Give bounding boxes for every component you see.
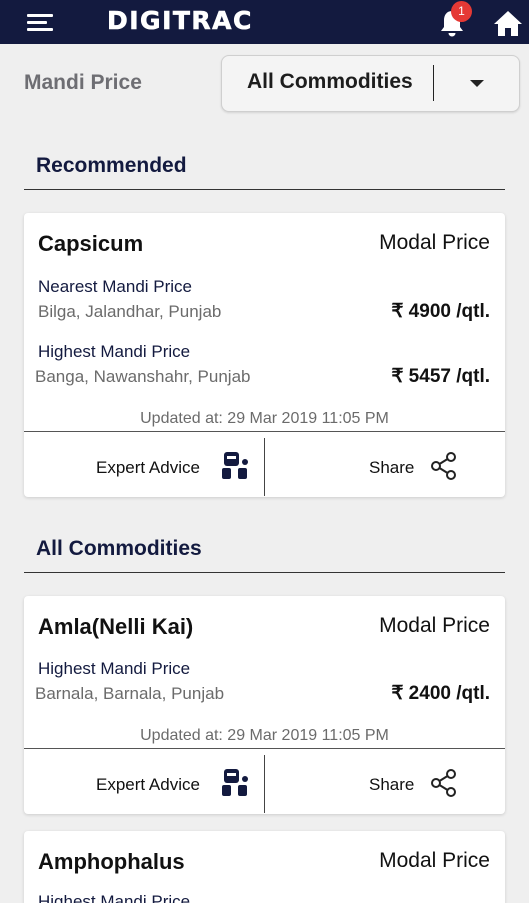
share-button[interactable]: Share: [369, 775, 414, 795]
highest-mandi-location: Banga, Nawanshahr, Punjab: [35, 367, 251, 386]
commodity-dropdown[interactable]: All Commodities: [221, 55, 520, 112]
nearest-mandi-price: ₹ 4900 /qtl.: [391, 301, 490, 322]
dropdown-separator: [433, 65, 434, 101]
commodity-dropdown-value: All Commodities: [247, 70, 413, 93]
crop-name: Amphophalus: [38, 849, 185, 874]
share-icon[interactable]: [429, 768, 459, 798]
hamburger-menu-icon[interactable]: [27, 12, 55, 32]
chevron-down-icon: [470, 80, 484, 87]
price-card-amla: Amla(Nelli Kai) Modal Price Highest Mand…: [24, 596, 505, 814]
price-card-capsicum: Capsicum Modal Price Nearest Mandi Price…: [24, 213, 505, 497]
card-divider: [24, 431, 505, 432]
nearest-mandi-label: Nearest Mandi Price: [38, 277, 193, 296]
crop-name: Amla(Nelli Kai): [38, 614, 194, 639]
modal-price-label: Modal Price: [379, 849, 490, 872]
page-title: Mandi Price: [24, 71, 142, 94]
card-divider: [24, 748, 505, 749]
notification-badge: 1: [451, 1, 472, 22]
expert-advice-icon[interactable]: [220, 450, 250, 482]
crop-name: Capsicum: [38, 231, 144, 256]
section-divider: [24, 572, 505, 573]
highest-mandi-price: ₹ 2400 /qtl.: [391, 683, 490, 704]
highest-mandi-label: Highest Mandi Price: [38, 659, 191, 678]
price-card-amphophalus: Amphophalus Modal Price Highest Mandi Pr…: [24, 831, 505, 903]
top-app-bar: DIGITRAC 1: [0, 0, 529, 44]
updated-timestamp: Updated at: 29 Mar 2019 11:05 PM: [140, 410, 389, 427]
highest-mandi-price: ₹ 5457 /qtl.: [391, 366, 490, 387]
updated-timestamp: Updated at: 29 Mar 2019 11:05 PM: [140, 727, 389, 744]
section-divider: [24, 189, 505, 190]
section-title-recommended: Recommended: [36, 154, 187, 177]
action-divider: [264, 755, 265, 813]
highest-mandi-location: Barnala, Barnala, Punjab: [35, 684, 225, 703]
expert-advice-button[interactable]: Expert Advice: [96, 458, 200, 478]
modal-price-label: Modal Price: [379, 231, 490, 254]
share-icon[interactable]: [429, 451, 459, 481]
expert-advice-icon[interactable]: [220, 767, 250, 799]
action-divider: [264, 438, 265, 496]
highest-mandi-label: Highest Mandi Price: [38, 892, 191, 903]
modal-price-label: Modal Price: [379, 614, 490, 637]
nearest-mandi-location: Bilga, Jalandhar, Punjab: [38, 302, 222, 321]
section-title-all-commodities: All Commodities: [36, 537, 202, 560]
share-button[interactable]: Share: [369, 458, 414, 478]
expert-advice-button[interactable]: Expert Advice: [96, 775, 200, 795]
home-icon[interactable]: [493, 9, 523, 37]
brand-logo: DIGITRAC: [107, 6, 253, 36]
highest-mandi-label: Highest Mandi Price: [38, 342, 191, 361]
